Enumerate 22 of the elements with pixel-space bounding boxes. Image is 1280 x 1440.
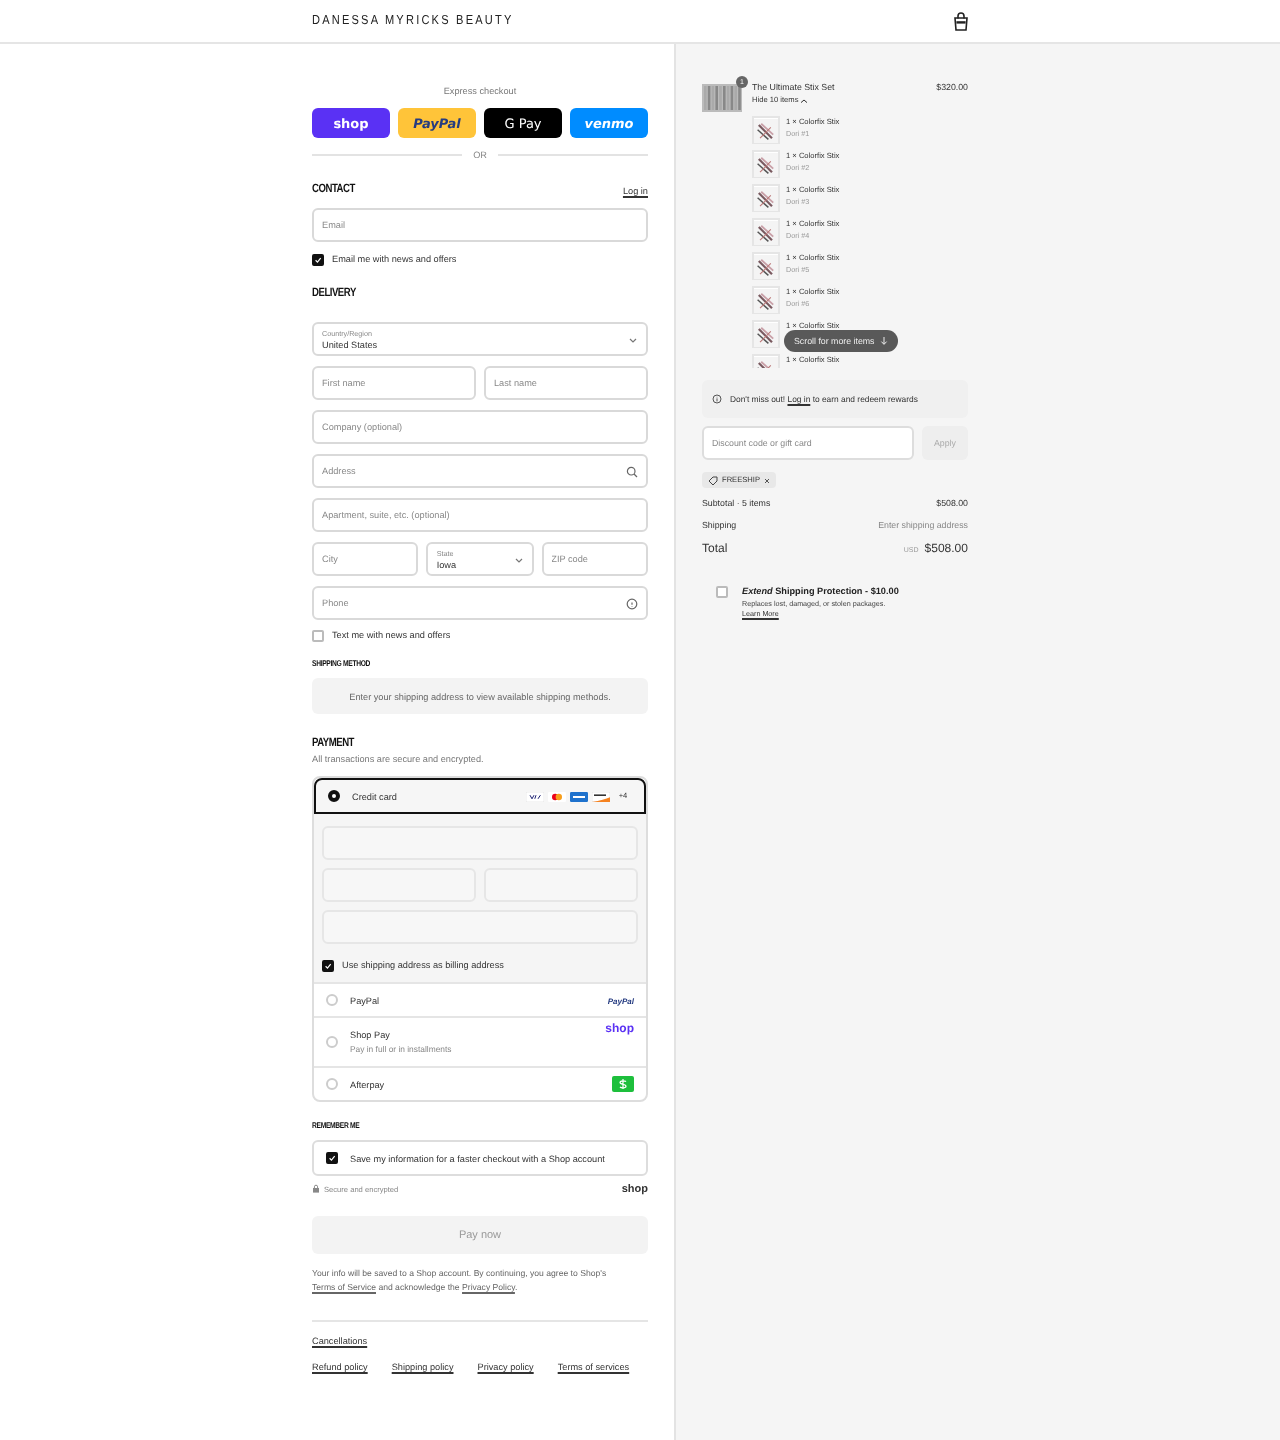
visa-card-icon bbox=[526, 791, 544, 801]
help-icon bbox=[626, 597, 638, 609]
mastercard-icon bbox=[548, 791, 566, 801]
lock-icon bbox=[312, 1184, 320, 1194]
chevron-icon bbox=[800, 97, 809, 103]
info-icon bbox=[712, 394, 722, 404]
arrow-down-icon bbox=[880, 336, 889, 346]
checkbox[interactable] bbox=[326, 1152, 338, 1164]
tag-icon bbox=[708, 475, 718, 485]
chevron-icon bbox=[513, 555, 524, 563]
discover-card-icon bbox=[592, 791, 610, 801]
close-icon bbox=[764, 477, 770, 483]
amex-card-icon bbox=[570, 791, 588, 801]
checkbox[interactable] bbox=[322, 959, 334, 971]
radio-button[interactable] bbox=[328, 790, 340, 802]
bag-icon bbox=[952, 11, 970, 31]
checkbox[interactable] bbox=[716, 586, 728, 598]
checkbox[interactable] bbox=[312, 253, 324, 265]
search-icon bbox=[626, 465, 638, 477]
dollar-icon bbox=[612, 1076, 634, 1092]
checkbox[interactable] bbox=[312, 629, 324, 641]
chevron-icon bbox=[628, 335, 638, 343]
